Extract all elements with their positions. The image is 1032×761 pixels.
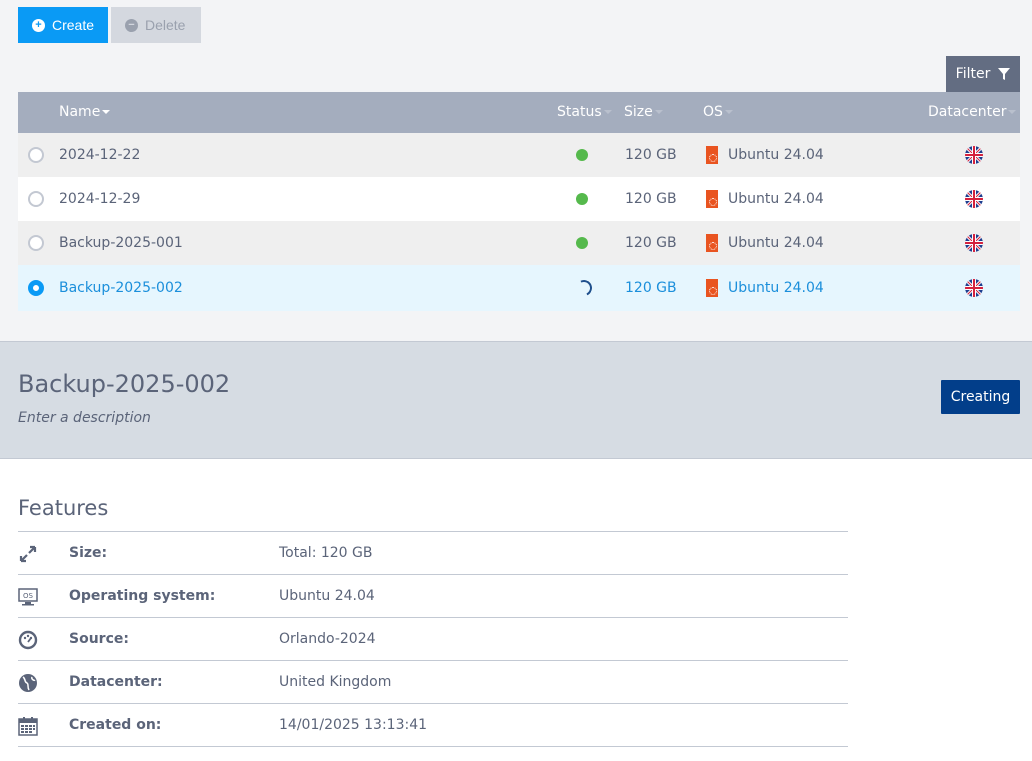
column-status-label: Status	[557, 104, 602, 120]
toolbar: + Create − Delete	[18, 7, 201, 43]
row-os: Ubuntu 24.04	[728, 235, 824, 251]
calendar-icon	[18, 716, 38, 736]
create-label: Create	[51, 17, 94, 33]
feature-row: OS Operating system: Ubuntu 24.04	[18, 575, 848, 618]
status-active-icon	[576, 149, 588, 161]
table-row[interactable]: 2024-12-29 120 GB Ubuntu 24.04	[18, 177, 1020, 221]
column-header-size[interactable]: Size	[624, 104, 663, 120]
column-header-status[interactable]: Status	[557, 104, 612, 120]
column-header-os[interactable]: OS	[703, 104, 733, 120]
row-radio[interactable]	[28, 280, 44, 296]
feature-value: United Kingdom	[279, 674, 392, 690]
sort-caret-icon	[1008, 110, 1017, 114]
backups-table: Name Status Size OS Datacenter 2024-12-2…	[18, 92, 1020, 311]
table-row[interactable]: 2024-12-22 120 GB Ubuntu 24.04	[18, 133, 1020, 177]
row-name: 2024-12-22	[59, 147, 141, 163]
column-name-label: Name	[59, 104, 101, 120]
column-datacenter-label: Datacenter	[928, 104, 1007, 120]
ubuntu-icon	[706, 234, 718, 252]
delete-label: Delete	[145, 17, 186, 33]
column-header-name[interactable]: Name	[59, 104, 111, 120]
row-os: Ubuntu 24.04	[728, 191, 824, 207]
ubuntu-icon	[706, 190, 718, 208]
ubuntu-icon	[706, 279, 718, 297]
feature-label: Datacenter:	[69, 674, 163, 690]
features-section: Features Size: Total: 120 GB OS Operating s…	[18, 496, 848, 747]
details-panel: Backup-2025-002 Enter a description Crea…	[0, 341, 1032, 459]
uk-flag-icon	[965, 190, 983, 208]
create-button[interactable]: + Create	[18, 7, 108, 43]
feature-value: Total: 120 GB	[279, 545, 373, 561]
resize-icon	[18, 544, 38, 564]
globe-icon	[18, 673, 38, 693]
status-active-icon	[576, 193, 588, 205]
table-row[interactable]: Backup-2025-001 120 GB Ubuntu 24.04	[18, 221, 1020, 265]
table-body: 2024-12-22 120 GB Ubuntu 24.04 2024-12-2…	[18, 133, 1020, 311]
filter-label: Filter	[955, 66, 991, 82]
row-os: Ubuntu 24.04	[728, 280, 824, 296]
description-field[interactable]: Enter a description	[18, 410, 151, 426]
row-size: 120 GB	[625, 191, 677, 207]
feature-label: Source:	[69, 631, 129, 647]
row-radio[interactable]	[28, 235, 44, 251]
feature-value: Ubuntu 24.04	[279, 588, 375, 604]
feature-label: Operating system:	[69, 588, 216, 604]
uk-flag-icon	[965, 146, 983, 164]
feature-row: Created on: 14/01/2025 13:13:41	[18, 704, 848, 747]
feature-row: Datacenter: United Kingdom	[18, 661, 848, 704]
feature-value: 14/01/2025 13:13:41	[279, 717, 428, 733]
column-size-label: Size	[624, 104, 653, 120]
column-os-label: OS	[703, 104, 723, 120]
feature-row: Size: Total: 120 GB	[18, 532, 848, 575]
uk-flag-icon	[965, 279, 983, 297]
sort-caret-icon	[603, 110, 612, 114]
filter-button[interactable]: Filter	[946, 56, 1020, 92]
gauge-icon	[18, 630, 38, 650]
status-creating-button[interactable]: Creating	[941, 380, 1020, 414]
sort-caret-icon	[102, 110, 111, 114]
row-radio[interactable]	[28, 147, 44, 163]
row-name: Backup-2025-002	[59, 280, 183, 296]
row-size: 120 GB	[625, 147, 677, 163]
delete-button[interactable]: − Delete	[111, 7, 201, 43]
row-os: Ubuntu 24.04	[728, 147, 824, 163]
table-row[interactable]: Backup-2025-002 120 GB Ubuntu 24.04	[18, 265, 1020, 311]
uk-flag-icon	[965, 234, 983, 252]
details-title: Backup-2025-002	[18, 370, 231, 398]
loading-spinner-icon	[573, 277, 595, 299]
funnel-icon	[998, 68, 1011, 80]
os-monitor-icon: OS	[18, 587, 38, 607]
feature-row: Source: Orlando-2024	[18, 618, 848, 661]
svg-text:OS: OS	[23, 592, 34, 600]
feature-label: Size:	[69, 545, 108, 561]
feature-value: Orlando-2024	[279, 631, 376, 647]
minus-circle-icon: −	[125, 18, 138, 32]
row-size: 120 GB	[625, 235, 677, 251]
column-header-datacenter[interactable]: Datacenter	[928, 104, 1017, 120]
status-active-icon	[576, 237, 588, 249]
sort-caret-icon	[724, 110, 733, 114]
features-title: Features	[18, 496, 848, 532]
list-section: + Create − Delete Filter Name Status Siz…	[0, 0, 1032, 341]
row-name: 2024-12-29	[59, 191, 141, 207]
row-size: 120 GB	[625, 280, 677, 296]
table-header: Name Status Size OS Datacenter	[18, 92, 1020, 133]
ubuntu-icon	[706, 146, 718, 164]
row-radio[interactable]	[28, 191, 44, 207]
plus-circle-icon: +	[32, 18, 45, 32]
feature-label: Created on:	[69, 717, 162, 733]
row-name: Backup-2025-001	[59, 235, 183, 251]
sort-caret-icon	[654, 110, 663, 114]
